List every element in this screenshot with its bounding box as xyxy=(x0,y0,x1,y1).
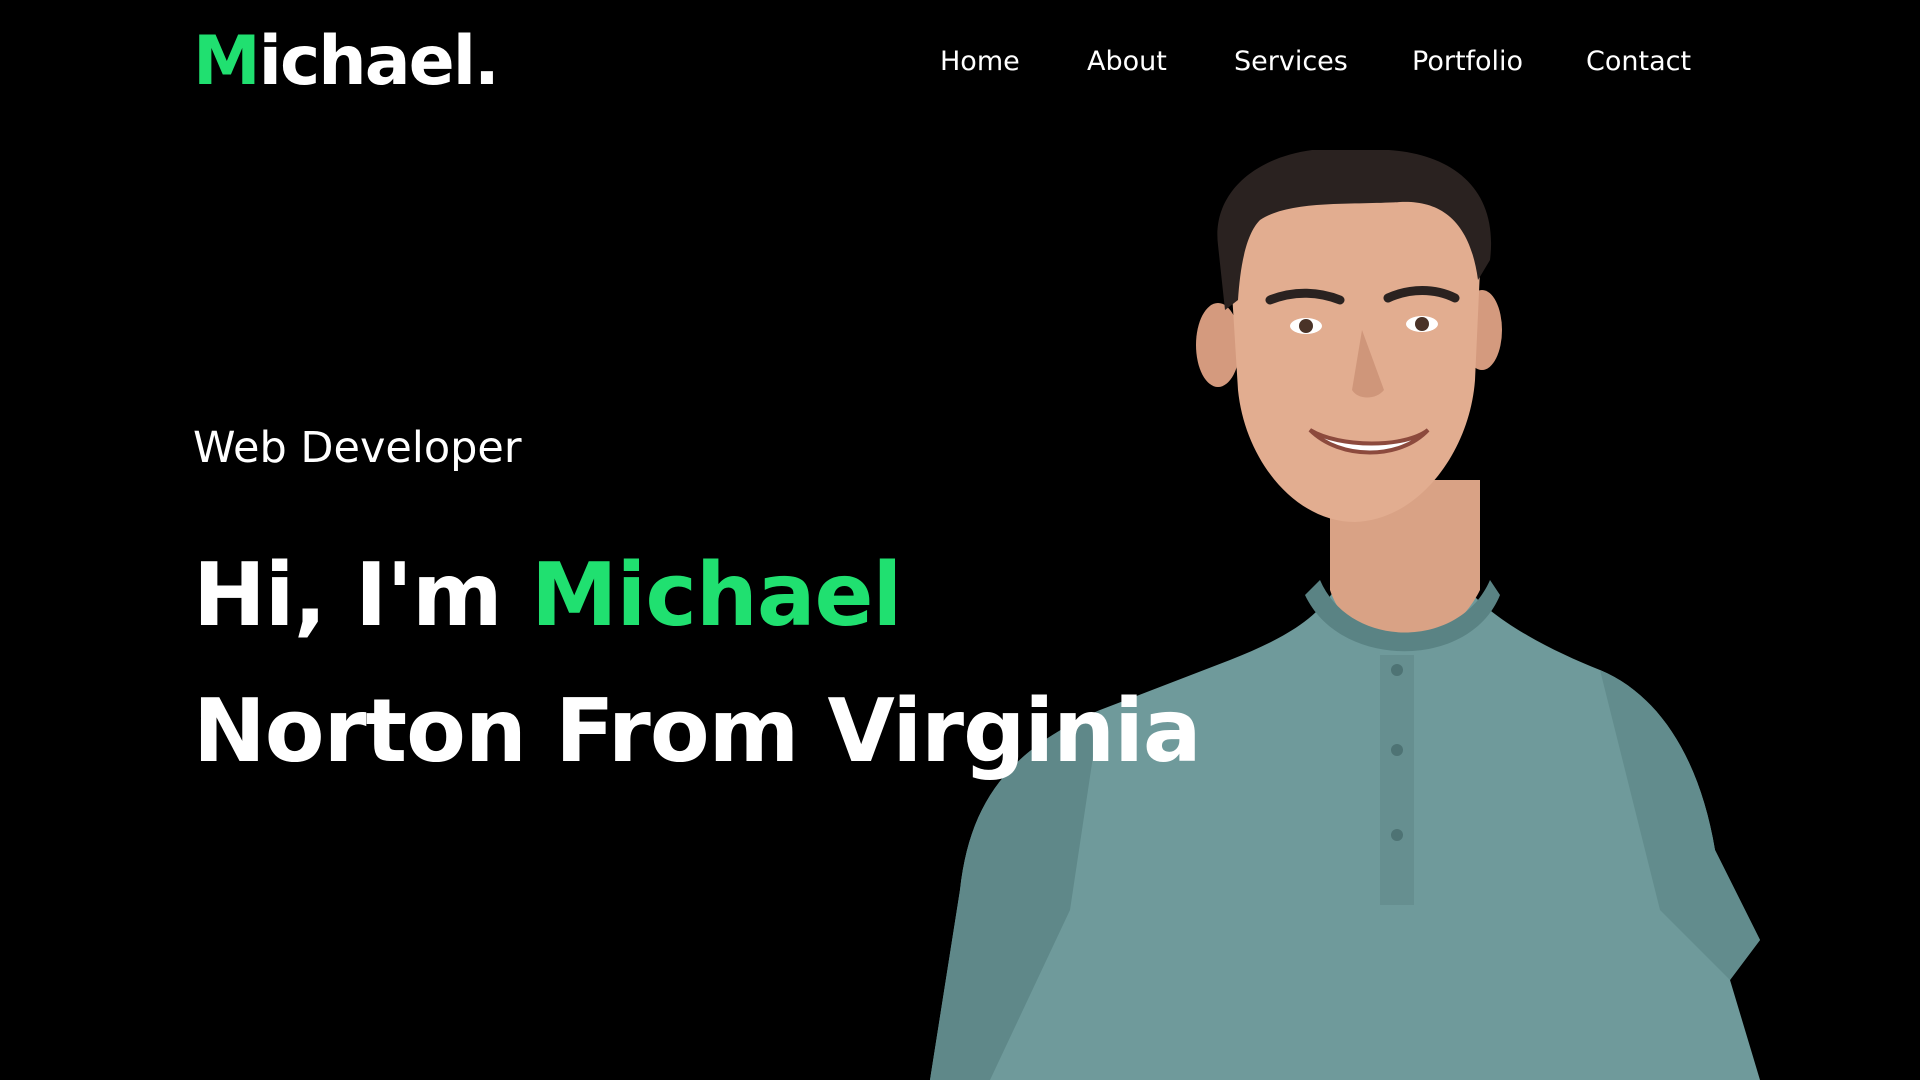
nav-contact[interactable]: Contact xyxy=(1586,40,1691,84)
hero-subtitle: Web Developer xyxy=(193,423,522,473)
nav-portfolio[interactable]: Portfolio xyxy=(1412,40,1523,84)
page: Michael. Home About Services Portfolio C… xyxy=(0,0,1920,1080)
hero-headline: Hi, I'm Michael Norton From Virginia xyxy=(193,527,1202,799)
logo-initial: M xyxy=(193,22,261,101)
main-nav: Home About Services Portfolio Contact xyxy=(910,40,1700,84)
site-logo[interactable]: Michael. xyxy=(193,22,500,102)
headline-greeting: Hi, I'm xyxy=(193,544,503,646)
headline-name: Michael xyxy=(530,544,902,646)
nav-about[interactable]: About xyxy=(1087,40,1167,84)
headline-line-2: Norton From Virginia xyxy=(193,680,1202,782)
nav-services[interactable]: Services xyxy=(1234,40,1348,84)
logo-text: ichael. xyxy=(258,22,500,101)
nav-home[interactable]: Home xyxy=(940,40,1020,84)
headline-line-1: Hi, I'm Michael xyxy=(193,527,1201,663)
